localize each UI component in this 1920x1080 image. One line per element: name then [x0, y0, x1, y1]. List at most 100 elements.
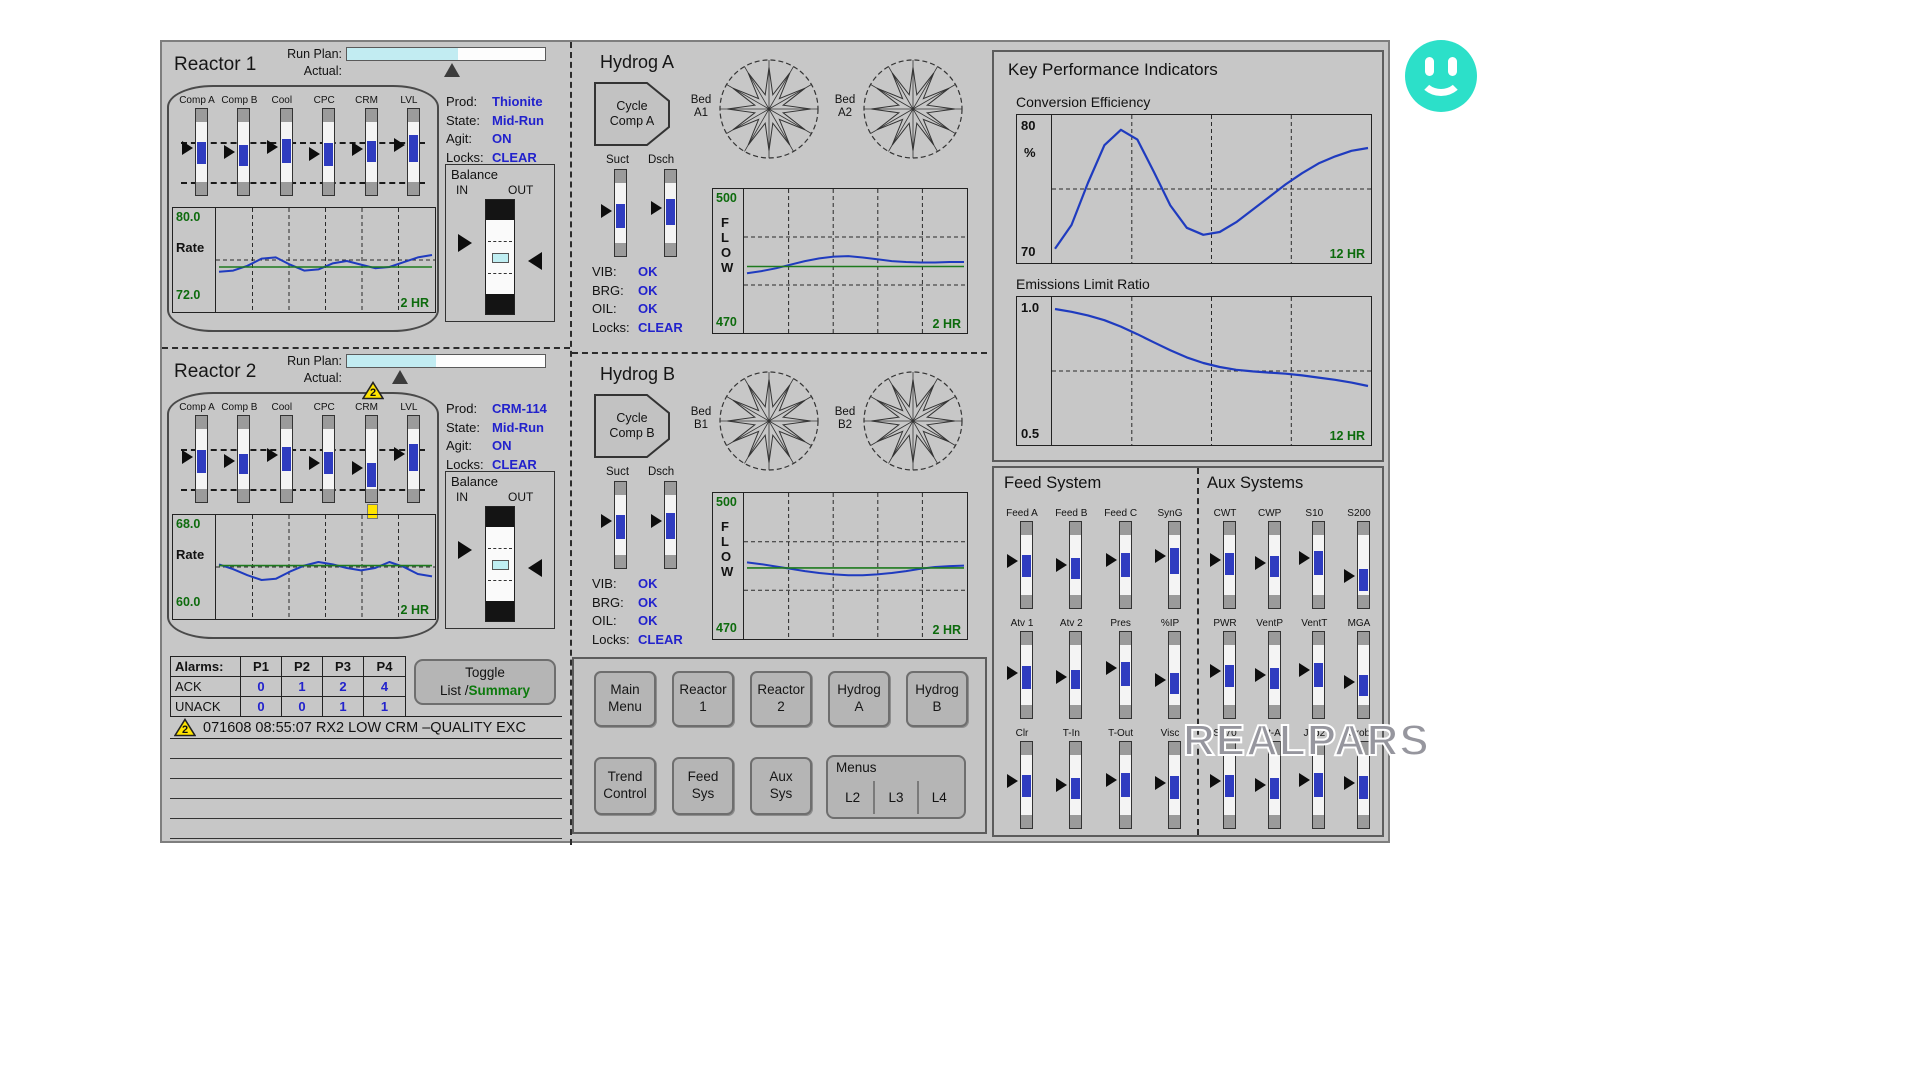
bar-gauge[interactable]: [596, 169, 636, 257]
balance-title: Balance: [451, 167, 498, 182]
trend-ymax: 68.0: [176, 517, 200, 531]
flow-ymin: 470: [716, 621, 737, 635]
reactor-1-button[interactable]: Reactor 1: [672, 671, 734, 727]
gauge-label: Comp B: [221, 95, 257, 108]
bar-gauge-crm[interactable]: CRM: [347, 95, 387, 196]
menu-l2-button[interactable]: L2: [832, 781, 873, 814]
oil-value: OK: [638, 301, 658, 316]
bar-gauge-pres[interactable]: Pres: [1099, 618, 1143, 719]
gauge-label: Comp A: [179, 402, 215, 415]
oil-label: OIL:: [592, 613, 638, 628]
gauge-label: CWT: [1214, 508, 1237, 521]
gauge-label: T-Out: [1108, 728, 1133, 741]
bar-gauge-lvl[interactable]: LVL: [389, 95, 429, 196]
reactor-2-button[interactable]: Reactor 2: [750, 671, 812, 727]
emissions-limit-ratio-chart: 1.0 0.5 12 HR: [1016, 296, 1372, 446]
flow-timespan: 2 HR: [933, 623, 961, 637]
aux-sys-button[interactable]: Aux Sys: [750, 757, 812, 815]
bar-gauge-ip[interactable]: %IP: [1148, 618, 1192, 719]
gauge-label: CRM: [355, 402, 378, 415]
conversion-efficiency-chart: 80 % 70 12 HR: [1016, 114, 1372, 264]
menu-l3-button[interactable]: L3: [873, 781, 916, 814]
chart-canvas: [1052, 115, 1371, 263]
bar-gauge-ventt[interactable]: VentT: [1292, 618, 1336, 719]
gauge-bar: [1104, 741, 1138, 829]
gauge-bar: [1297, 631, 1331, 719]
bar-gauge-atv-1[interactable]: Atv 1: [1000, 618, 1044, 719]
bar-gauge-s200[interactable]: S200: [1337, 508, 1381, 609]
bar-gauge-ventp[interactable]: VentP: [1248, 618, 1292, 719]
aux-systems-title: Aux Systems: [1207, 474, 1303, 493]
cycle-comp-a-button[interactable]: Cycle Comp A: [594, 82, 670, 146]
trend-control-button[interactable]: Trend Control: [594, 757, 656, 815]
bar-gauge-syng[interactable]: SynG: [1148, 508, 1192, 609]
gauge-bar: [1342, 631, 1376, 719]
cycle-comp-b-button[interactable]: Cycle Comp B: [594, 394, 670, 458]
kpi1-timespan: 12 HR: [1330, 247, 1365, 261]
gauge-label: T-In: [1063, 728, 1080, 741]
alarms-section: Alarms: P1 P2 P3 P4 ACK 0 1 2 4 UNACK 0 …: [162, 654, 570, 843]
locks-value: CLEAR: [492, 457, 537, 472]
main-menu-button[interactable]: Main Menu: [594, 671, 656, 727]
bar-gauge-cool[interactable]: Cool: [262, 95, 302, 196]
bar-gauge-t-out[interactable]: T-Out: [1099, 728, 1143, 829]
bar-gauge-cwp[interactable]: CWP: [1248, 508, 1292, 609]
toggle-list-summary-button[interactable]: Toggle List /Summary: [414, 659, 556, 705]
bar-gauge-lvl[interactable]: LVL: [389, 402, 429, 503]
bar-gauge-cwt[interactable]: CWT: [1203, 508, 1247, 609]
bed-a1-label: Bed A1: [686, 94, 716, 120]
bar-gauge[interactable]: [646, 481, 686, 569]
gauge-label: Comp B: [221, 402, 257, 415]
gauge-bar: [1005, 521, 1039, 609]
bar-gauge-atv-2[interactable]: Atv 2: [1049, 618, 1093, 719]
navigation-section: Main Menu Reactor 1 Reactor 2 Hydrog A H…: [572, 657, 987, 834]
menu-l4-button[interactable]: L4: [917, 781, 960, 814]
brg-value: OK: [638, 283, 658, 298]
suct-label: Suct: [606, 154, 629, 166]
bar-gauge-comp-b[interactable]: Comp B: [219, 95, 259, 196]
bar-gauge-feed-b[interactable]: Feed B: [1049, 508, 1093, 609]
active-alarm-row[interactable]: 2 071608 08:55:07 RX2 LOW CRM –QUALITY E…: [170, 716, 562, 739]
gauge-bar: [649, 169, 683, 257]
balance-out-pointer-icon: [528, 559, 542, 577]
hydrog-a-button[interactable]: Hydrog A: [828, 671, 890, 727]
unack-p3: 1: [323, 697, 364, 716]
bar-gauge-crm[interactable]: CRM: [347, 402, 387, 503]
hydrog-b-button[interactable]: Hydrog B: [906, 671, 968, 727]
locks-value: CLEAR: [492, 150, 537, 165]
bar-gauge-cpc[interactable]: CPC: [304, 95, 344, 196]
col-p4: P4: [364, 657, 405, 677]
bar-gauge-mga[interactable]: MGA: [1337, 618, 1381, 719]
ack-p4: 4: [364, 677, 405, 697]
bar-gauge-comp-b[interactable]: Comp B: [219, 402, 259, 503]
bar-gauge-cpc[interactable]: CPC: [304, 402, 344, 503]
bar-gauge-s10[interactable]: S10: [1292, 508, 1336, 609]
bar-gauge-comp-a[interactable]: Comp A: [177, 95, 217, 196]
gauge-label: Comp A: [179, 95, 215, 108]
bar-gauge-clr[interactable]: Clr: [1000, 728, 1044, 829]
gauge-bar: [222, 415, 256, 503]
bar-gauge-feed-a[interactable]: Feed A: [1000, 508, 1044, 609]
trend-ylabel: Rate: [176, 240, 204, 255]
bar-gauge-comp-a[interactable]: Comp A: [177, 402, 217, 503]
gauge-pointer-icon: [1299, 773, 1310, 787]
warning-triangle-icon[interactable]: 2: [362, 381, 384, 400]
bar-gauge-cool[interactable]: Cool: [262, 402, 302, 503]
gauge-bar: [1253, 631, 1287, 719]
run-plan-bar: [346, 354, 546, 368]
dsch-label: Dsch: [648, 466, 674, 478]
balance-setpoint: [492, 253, 509, 263]
bar-gauge[interactable]: [596, 481, 636, 569]
feed-sys-button[interactable]: Feed Sys: [672, 757, 734, 815]
balance-in-label: IN: [456, 183, 468, 197]
reactor2-info: Prod:CRM-114 State:Mid-Run Agit:ON Locks…: [446, 401, 568, 475]
bar-gauge[interactable]: [646, 169, 686, 257]
bar-gauge-feed-c[interactable]: Feed C: [1099, 508, 1143, 609]
gauge-label: LVL: [400, 95, 417, 108]
gauge-pointer-icon: [309, 147, 320, 161]
kpi-title: Key Performance Indicators: [1008, 60, 1218, 80]
gauge-bar: [599, 169, 633, 257]
bar-gauge-t-in[interactable]: T-In: [1049, 728, 1093, 829]
bar-gauge-pwr[interactable]: PWR: [1203, 618, 1247, 719]
vib-label: VIB:: [592, 264, 638, 279]
